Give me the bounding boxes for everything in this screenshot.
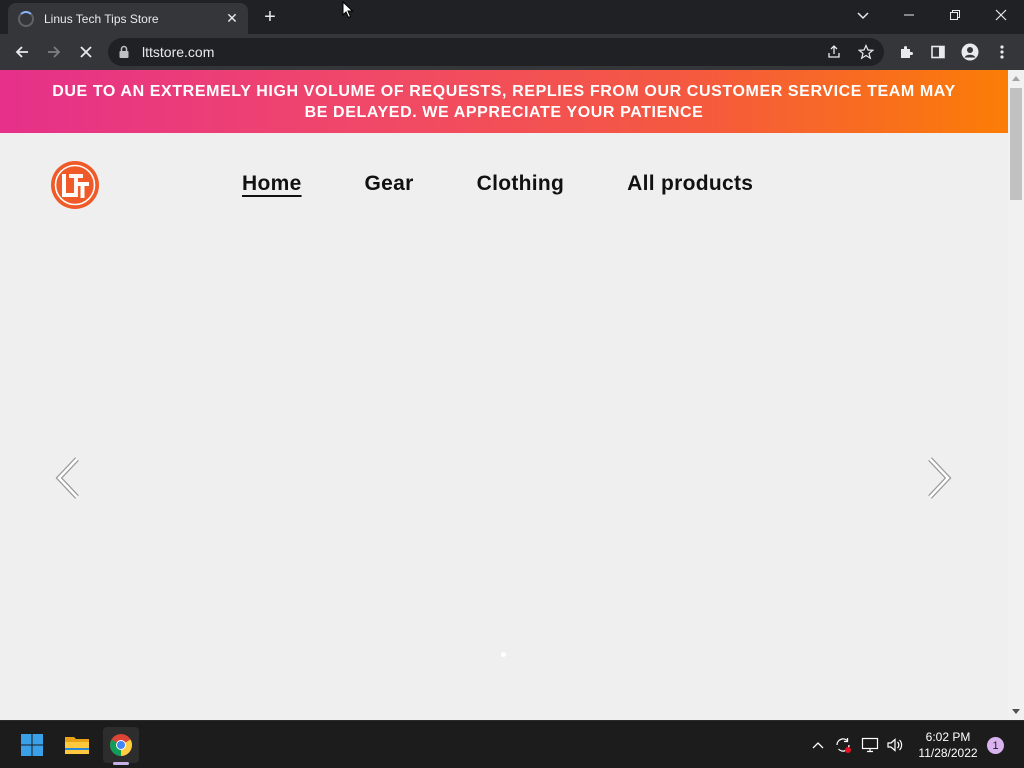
minimize-button[interactable] (886, 0, 932, 30)
notification-badge[interactable]: 1 (987, 737, 1004, 754)
carousel-next-button[interactable] (922, 455, 956, 501)
menu-icon[interactable] (988, 38, 1016, 66)
carousel-dot[interactable] (501, 652, 506, 657)
ltt-logo[interactable] (50, 160, 100, 210)
url-text: lttstore.com (142, 44, 215, 60)
side-panel-icon[interactable] (924, 38, 952, 66)
scrollbar-thumb[interactable] (1010, 88, 1022, 200)
lock-icon (119, 45, 129, 58)
chevron-left-icon (55, 457, 79, 499)
bookmark-star-icon[interactable] (856, 42, 876, 62)
nav-gear[interactable]: Gear (365, 172, 414, 196)
nav-all-products[interactable]: All products (627, 172, 753, 196)
share-icon[interactable] (824, 42, 844, 62)
new-tab-button[interactable]: + (258, 5, 282, 29)
banner-text: DUE TO AN EXTREMELY HIGH VOLUME OF REQUE… (52, 82, 956, 121)
chevron-up-icon[interactable] (808, 735, 828, 755)
nav-home[interactable]: Home (242, 172, 302, 196)
nav-clothing[interactable]: Clothing (477, 172, 565, 196)
forward-arrow-icon[interactable] (40, 38, 68, 66)
tab-title: Linus Tech Tips Store (44, 11, 159, 26)
clock-date: 11/28/2022 (918, 746, 978, 760)
active-app-indicator (113, 762, 129, 765)
address-bar[interactable]: lttstore.com (108, 38, 884, 66)
carousel-prev-button[interactable] (51, 455, 85, 501)
browser-titlebar: Linus Tech Tips Store ✕ + (0, 0, 1024, 34)
sync-icon[interactable] (833, 735, 853, 755)
windows-taskbar: 6:02 PM 11/28/2022 1 (0, 720, 1024, 768)
tab-search-chevron-icon[interactable] (850, 2, 876, 28)
restore-button[interactable] (932, 0, 978, 30)
profile-icon[interactable] (956, 38, 984, 66)
mouse-cursor-icon (342, 1, 354, 19)
network-icon[interactable] (860, 735, 880, 755)
stop-loading-icon[interactable] (72, 38, 100, 66)
browser-toolbar: lttstore.com (0, 34, 1024, 70)
main-nav: Home Gear Clothing All products (242, 172, 816, 196)
scroll-up-arrow-icon[interactable] (1012, 76, 1020, 81)
back-arrow-icon[interactable] (8, 38, 36, 66)
chevron-right-icon (928, 457, 952, 499)
clock-time: 6:02 PM (925, 730, 971, 744)
volume-icon[interactable] (885, 735, 905, 755)
file-explorer-icon[interactable] (59, 727, 95, 763)
announcement-banner: DUE TO AN EXTREMELY HIGH VOLUME OF REQUE… (0, 70, 1008, 133)
page-scrollbar[interactable] (1008, 70, 1024, 720)
loading-spinner-icon (18, 10, 34, 27)
web-page: DUE TO AN EXTREMELY HIGH VOLUME OF REQUE… (0, 70, 1008, 720)
system-clock[interactable]: 6:02 PM 11/28/2022 (912, 729, 984, 761)
window-close-button[interactable] (978, 0, 1024, 30)
scroll-down-arrow-icon[interactable] (1012, 709, 1020, 714)
tab-close-icon[interactable]: ✕ (224, 10, 240, 27)
extensions-icon[interactable] (892, 38, 920, 66)
chrome-icon[interactable] (103, 727, 139, 763)
browser-tab-active[interactable]: Linus Tech Tips Store ✕ (8, 3, 248, 34)
windows-start-icon[interactable] (14, 727, 50, 763)
